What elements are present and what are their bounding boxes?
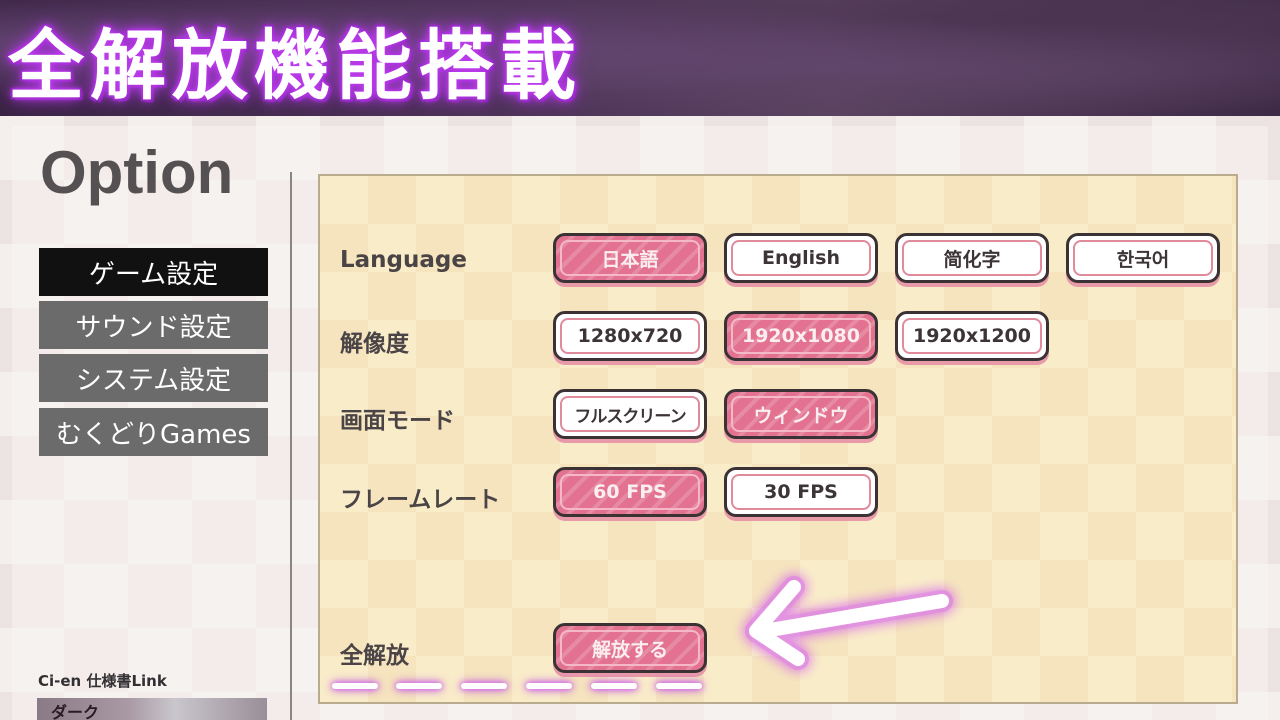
menu-item-mukudori-games[interactable]: むくどりGames bbox=[39, 408, 268, 456]
cien-link-label: Ci-en 仕様書Link bbox=[38, 672, 167, 690]
unlock-all-button[interactable]: 解放する bbox=[553, 623, 707, 673]
highlight-dash bbox=[656, 683, 702, 689]
cien-link-banner[interactable]: ダーク bbox=[37, 698, 267, 720]
left-arrow-icon bbox=[745, 576, 953, 670]
language-label: Language bbox=[340, 247, 467, 273]
menu-item-sound-settings[interactable]: サウンド設定 bbox=[39, 301, 268, 349]
banner-title: 全解放機能搭載 bbox=[8, 21, 582, 110]
language-option-english[interactable]: English bbox=[724, 233, 878, 283]
promo-banner: 全解放機能搭載 bbox=[0, 0, 1280, 116]
screen-mode-option-fullscreen[interactable]: フルスクリーン bbox=[553, 389, 707, 439]
vertical-divider bbox=[290, 172, 292, 720]
menu-item-system-settings[interactable]: システム設定 bbox=[39, 354, 268, 402]
page-title: Option bbox=[40, 139, 234, 206]
frame-rate-option-30fps[interactable]: 30 FPS bbox=[724, 467, 878, 517]
resolution-option-1920x1080[interactable]: 1920x1080 bbox=[724, 311, 878, 361]
language-option-simplified-chinese[interactable]: 简化字 bbox=[895, 233, 1049, 283]
resolution-option-1920x1200[interactable]: 1920x1200 bbox=[895, 311, 1049, 361]
screen-mode-label: 画面モード bbox=[340, 408, 455, 434]
language-option-korean[interactable]: 한국어 bbox=[1066, 233, 1220, 283]
screen-mode-option-window[interactable]: ウィンドウ bbox=[724, 389, 878, 439]
frame-rate-option-60fps[interactable]: 60 FPS bbox=[553, 467, 707, 517]
menu-item-game-settings[interactable]: ゲーム設定 bbox=[39, 248, 268, 296]
resolution-label: 解像度 bbox=[340, 331, 409, 357]
unlock-all-label: 全解放 bbox=[340, 643, 409, 669]
cien-banner-text: ダーク bbox=[51, 703, 100, 720]
resolution-option-1280x720[interactable]: 1280x720 bbox=[553, 311, 707, 361]
highlight-dash bbox=[332, 683, 378, 689]
language-option-japanese[interactable]: 日本語 bbox=[553, 233, 707, 283]
highlight-dash bbox=[396, 683, 442, 689]
frame-rate-label: フレームレート bbox=[340, 487, 501, 513]
highlight-dash bbox=[526, 683, 572, 689]
highlight-dash bbox=[461, 683, 507, 689]
highlight-dash bbox=[591, 683, 637, 689]
